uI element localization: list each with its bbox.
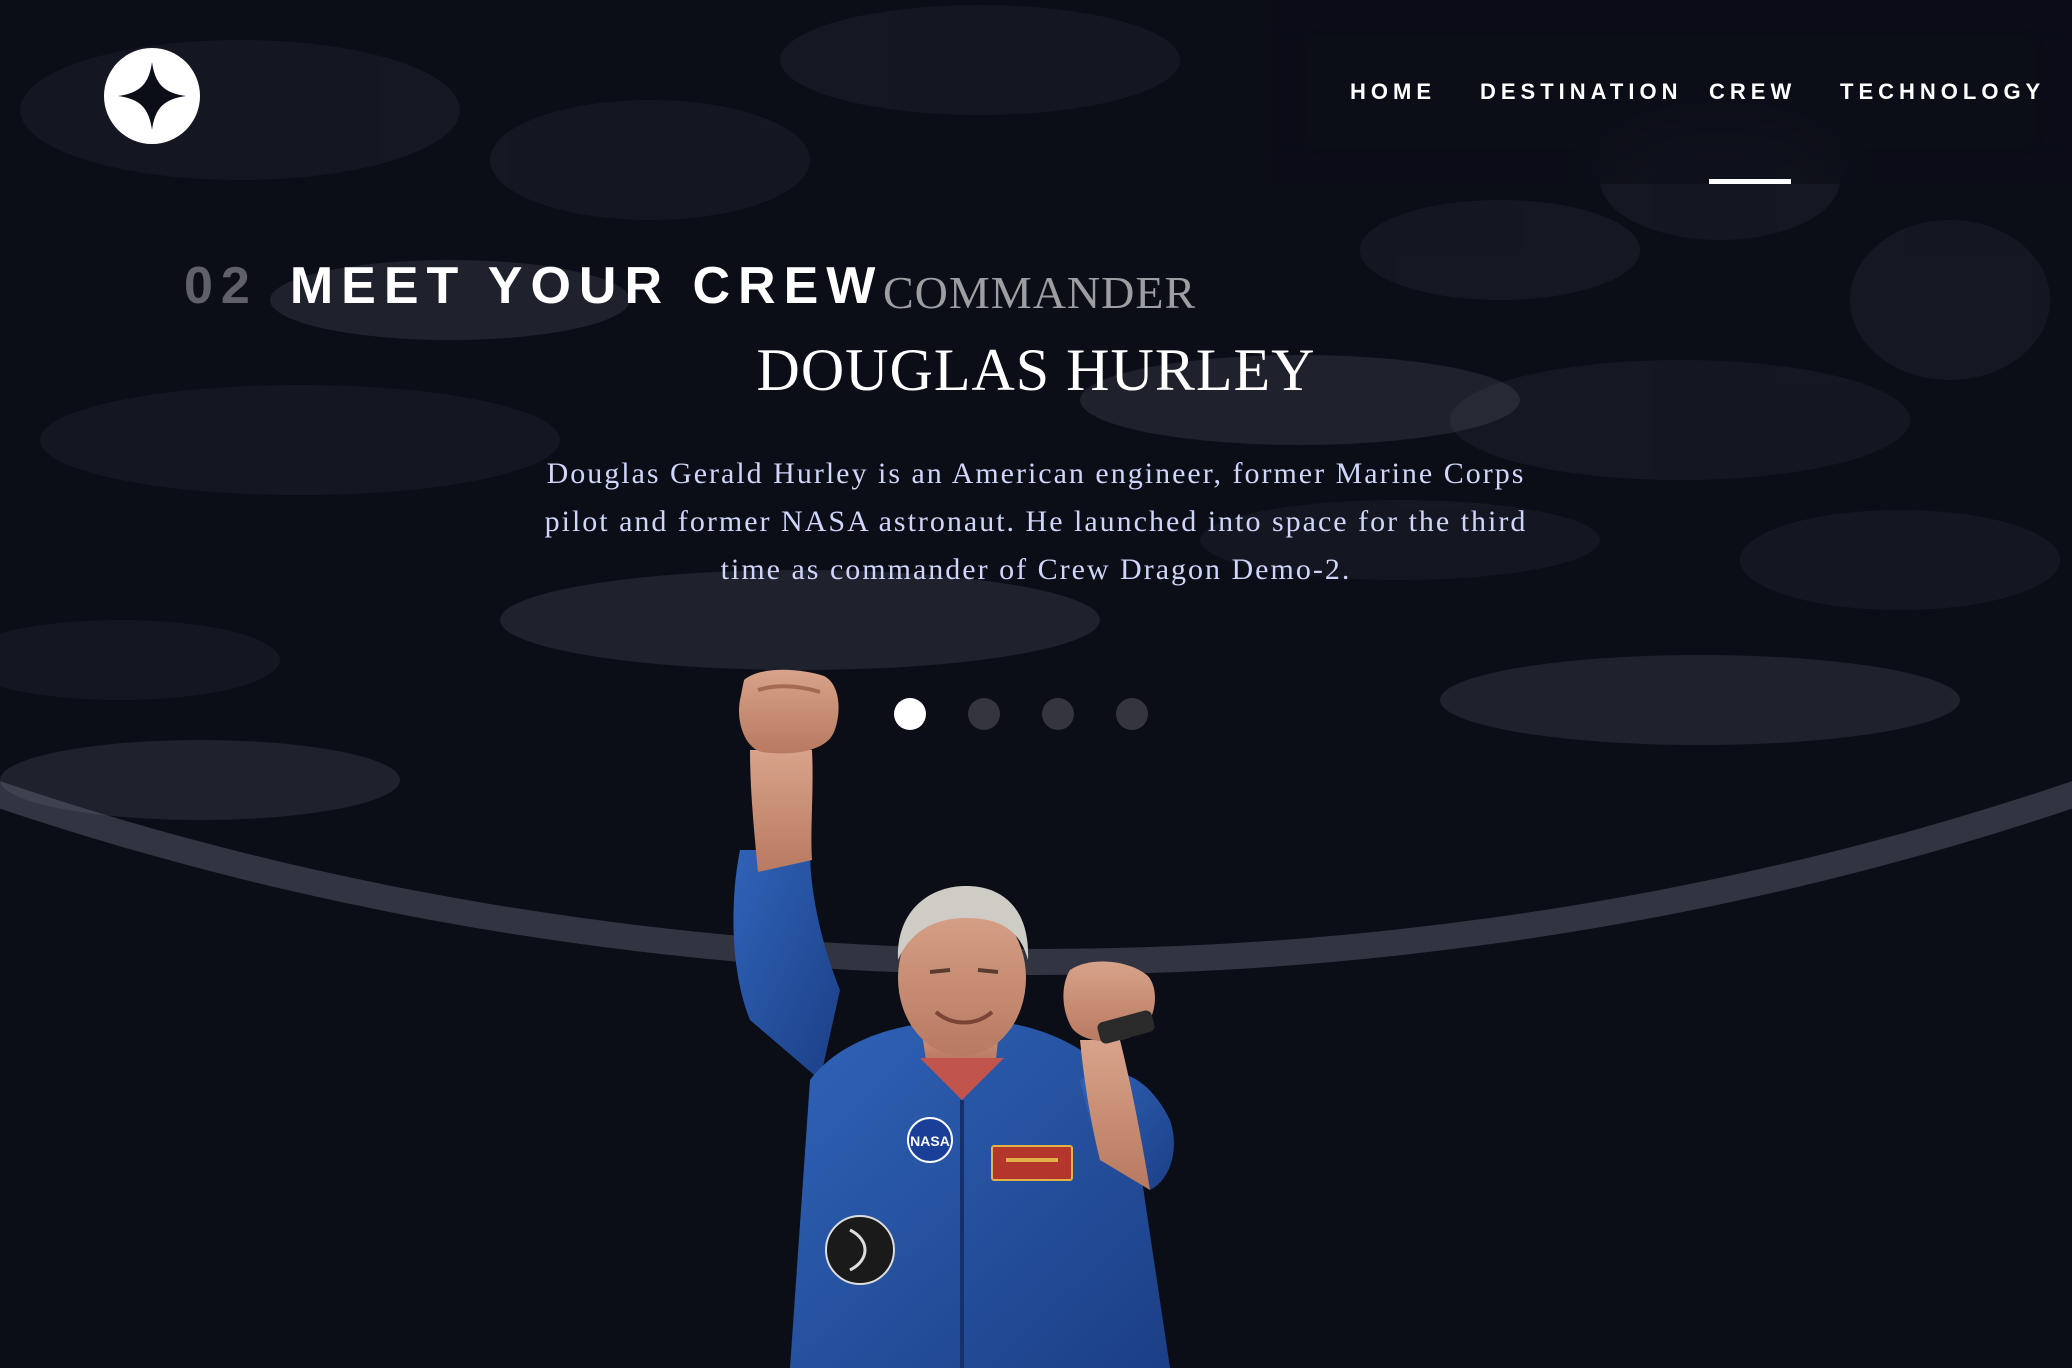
nav-destination-label: DESTINATION	[1480, 79, 1683, 104]
nav-item-crew[interactable]: CREW	[1709, 0, 1796, 184]
crew-name: DOUGLAS HURLEY	[756, 337, 1316, 403]
nav-crew-label: CREW	[1709, 79, 1797, 104]
nasa-patch: NASA	[910, 1133, 950, 1149]
crew-role: COMMANDER	[883, 267, 1197, 318]
page-heading: 02 MEET YOUR CREW	[184, 256, 883, 316]
nav-home-label: HOME	[1350, 79, 1436, 104]
nav-item-home[interactable]: HOME	[1350, 0, 1436, 184]
crew-dot-1[interactable]	[894, 698, 926, 730]
nav-item-destination[interactable]: DESTINATION	[1480, 0, 1682, 184]
crew-member-image: NASA	[700, 660, 1260, 1368]
nav-item-technology[interactable]: TECHNOLOGY	[1840, 0, 2045, 184]
main-navigation: HOME DESTINATION CREW TECHNOLOGY	[1270, 0, 2072, 184]
crew-pagination	[894, 698, 1148, 730]
crew-dot-2[interactable]	[968, 698, 1000, 730]
crew-bio: Douglas Gerald Hurley is an American eng…	[544, 457, 1528, 586]
nav-technology-label: TECHNOLOGY	[1840, 79, 2046, 104]
page-title: MEET YOUR CREW	[289, 257, 884, 315]
active-nav-indicator	[1709, 179, 1792, 184]
crew-dot-3[interactable]	[1042, 698, 1074, 730]
page-number: 02	[184, 257, 258, 315]
star-logo-icon[interactable]	[104, 48, 200, 144]
crew-dot-4[interactable]	[1116, 698, 1148, 730]
